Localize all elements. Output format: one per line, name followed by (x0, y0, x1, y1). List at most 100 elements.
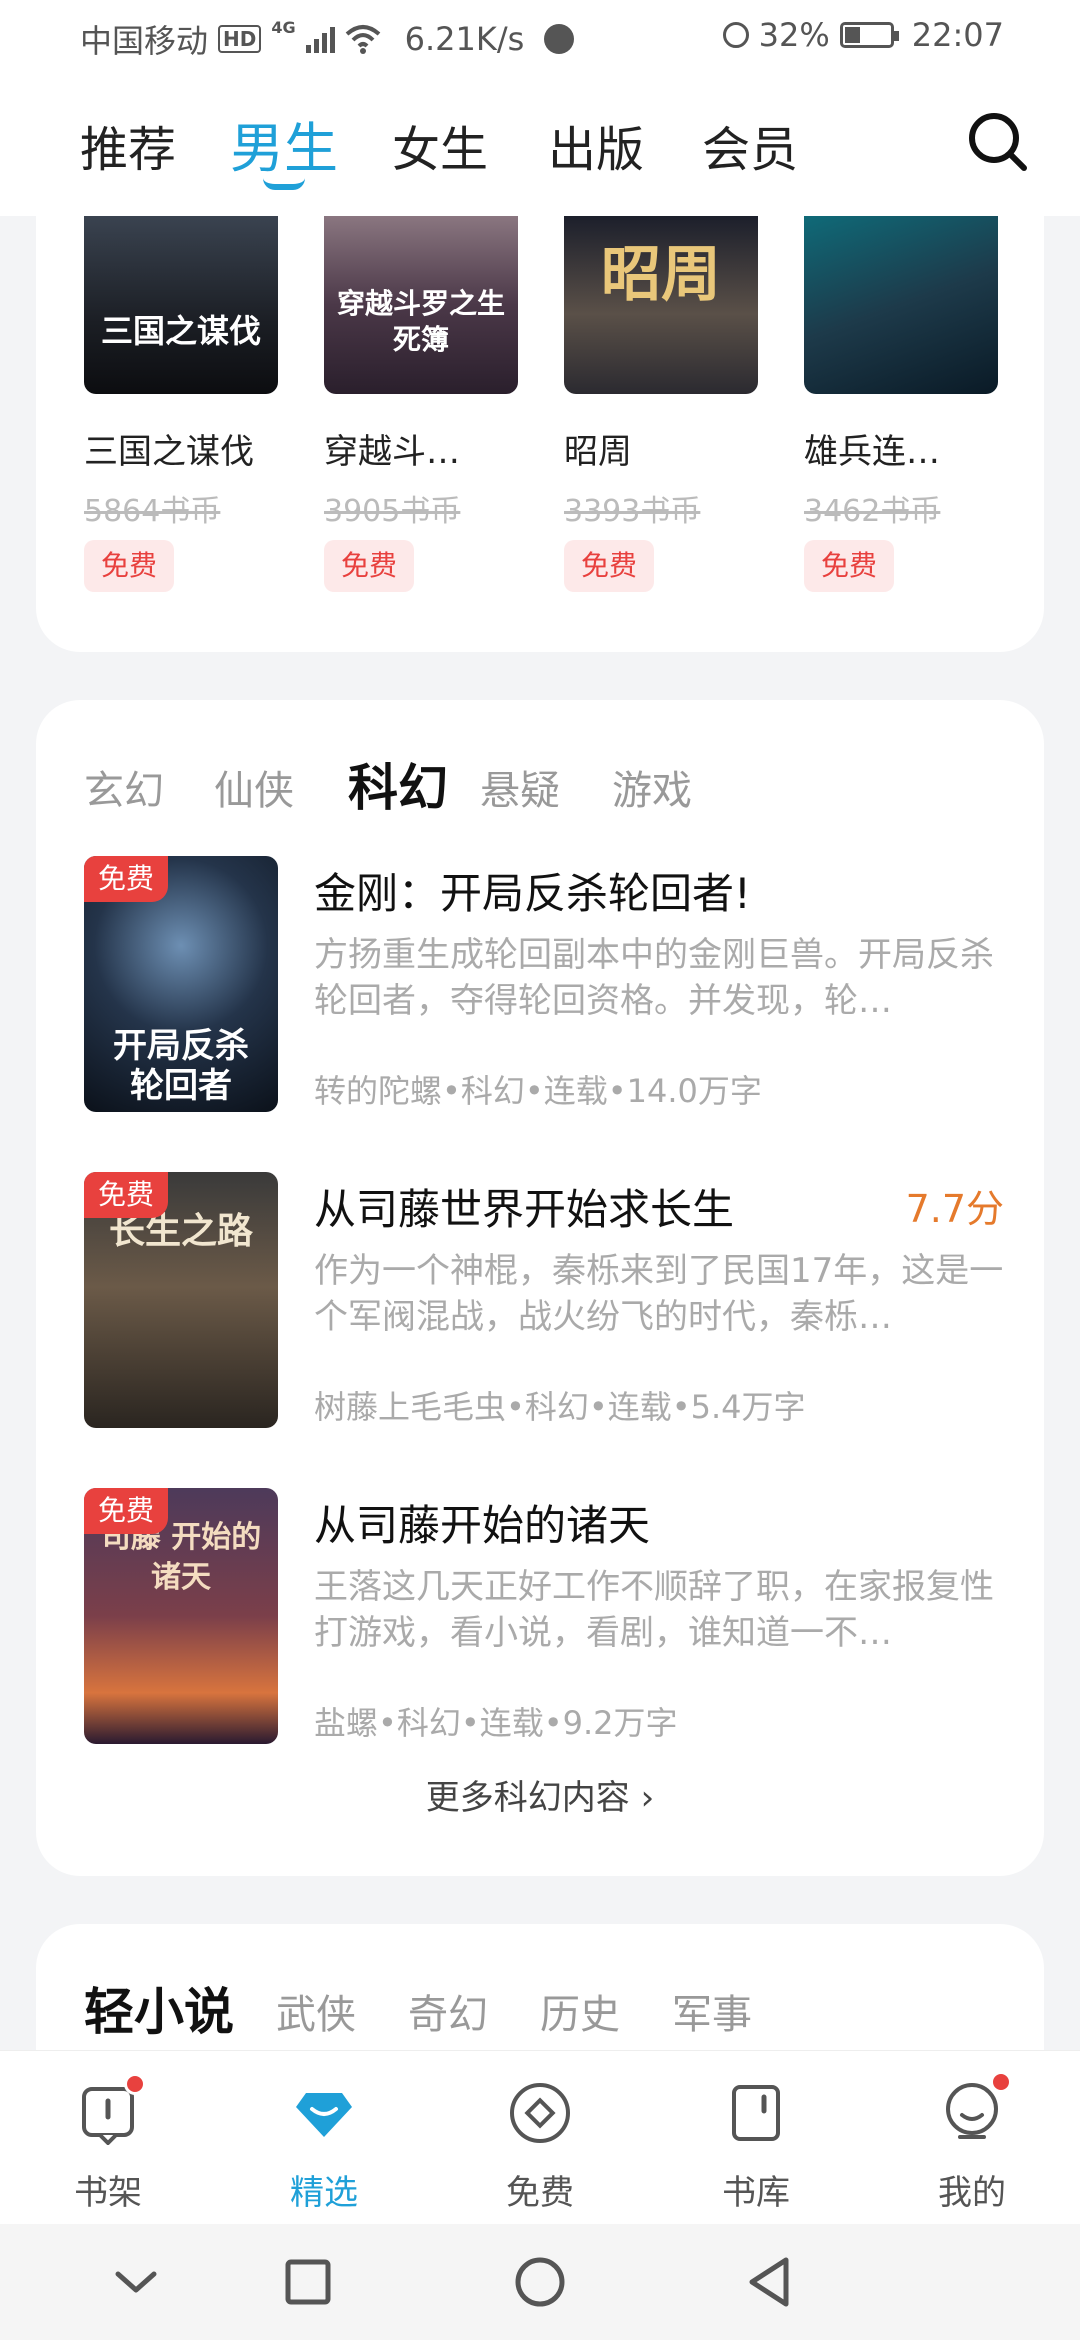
book-title: 穿越斗… (324, 432, 460, 472)
genre-tab-wuxia[interactable]: 武侠 (276, 1982, 356, 2040)
genre-tab-history[interactable]: 历史 (540, 1982, 620, 2040)
hide-keyboard-icon[interactable] (106, 2252, 166, 2312)
book-cover: 穿越斗罗之生死簿 (324, 216, 518, 394)
home-button[interactable] (510, 2252, 570, 2312)
book-meta: 树藤上毛毛虫•科幻•连载•5.4万字 (314, 1388, 806, 1426)
alarm-icon (722, 22, 749, 48)
book-price: 5864书币 (84, 494, 221, 529)
tab-label: 会员 (702, 122, 799, 178)
nav-label: 书库 (722, 2173, 790, 2213)
light-novel-tabs: 轻小说 武侠 奇幻 历史 军事 (84, 1972, 1004, 2042)
free-badge: 免费 (84, 1488, 168, 1534)
clock: 22:07 (911, 16, 1004, 54)
wifi-icon (345, 25, 380, 54)
cover-title: 三国之谋伐 (100, 312, 261, 350)
tab-male[interactable]: 男生 (230, 104, 338, 190)
book-meta: 转的陀螺•科幻•连载•14.0万字 (314, 1072, 762, 1110)
book-card[interactable]: 昭周 昭周 3393书币 免费 (564, 216, 758, 592)
status-bar: 中国移动 HD 4G 6.21K/s 32% 22:07 (0, 0, 1080, 72)
profile-icon (940, 2071, 1012, 2145)
nav-featured[interactable]: 精选 (264, 2081, 384, 2214)
book-description: 王落这几天正好工作不顺辞了职，在家报复性打游戏，看小说，看剧，谁知道一不… (314, 1567, 994, 1653)
top-nav: 推荐 男生 女生 出版 会员 (0, 72, 1080, 216)
free-badge: 免费 (84, 1172, 168, 1218)
tab-recommend[interactable]: 推荐 (80, 110, 176, 180)
book-card[interactable]: 雄兵连… 3462书币 免费 (804, 216, 998, 592)
tab-label: 女生 (392, 122, 489, 178)
cover-title: 穿越斗罗之生死簿 (336, 287, 505, 356)
book-title: 从司藤世界开始求长生 (314, 1185, 735, 1234)
free-books-card: 三国之谋伐 三国之谋伐 5864书币 免费 穿越斗罗之生死簿 穿越斗… 3905… (36, 216, 1044, 652)
book-title: 三国之谋伐 (84, 432, 254, 472)
nav-label: 书架 (74, 2173, 142, 2213)
status-right: 32% 22:07 (722, 16, 1004, 54)
book-price: 3462书币 (804, 494, 941, 529)
book-title: 金刚：开局反杀轮回者! (314, 869, 751, 918)
tab-female[interactable]: 女生 (392, 110, 488, 180)
network-type: 4G (271, 18, 296, 37)
book-description: 方扬重生成轮回副本中的金刚巨兽。开局反杀轮回者，夺得轮回资格。并发现，轮… (314, 935, 994, 1021)
book-card[interactable]: 穿越斗罗之生死簿 穿越斗… 3905书币 免费 (324, 216, 518, 592)
free-badge: 免费 (84, 540, 174, 592)
notification-dot (124, 2073, 146, 2095)
free-icon (508, 2081, 572, 2145)
book-cover (804, 216, 998, 394)
genre-tab-game[interactable]: 游戏 (612, 758, 692, 816)
book-title: 从司藤开始的诸天 (314, 1501, 651, 1550)
nav-label: 我的 (938, 2173, 1006, 2213)
genre-card: 玄幻 仙侠 科幻 悬疑 游戏 开局反杀轮回者 免费 金刚：开局反杀轮回者! 方扬… (36, 700, 1044, 1876)
notification-dot (990, 2071, 1012, 2093)
system-nav (0, 2224, 1080, 2340)
free-badge: 免费 (84, 856, 168, 902)
cover-title: 昭周 (601, 240, 721, 310)
search-icon[interactable] (966, 110, 1028, 172)
free-badge: 免费 (324, 540, 414, 592)
genre-tab-scifi[interactable]: 科幻 (348, 748, 448, 820)
tab-label: 推荐 (80, 122, 177, 178)
genre-tab-light-novel[interactable]: 轻小说 (84, 1972, 234, 2044)
nav-profile[interactable]: 我的 (912, 2071, 1032, 2214)
tab-label: 出版 (548, 122, 645, 178)
recents-button[interactable] (278, 2252, 338, 2312)
battery-fill (844, 27, 860, 43)
genre-tab-fantasy[interactable]: 奇幻 (408, 1982, 488, 2040)
carrier-label: 中国移动 (80, 22, 209, 60)
nav-label: 免费 (506, 2173, 574, 2213)
nav-library[interactable]: 书库 (696, 2081, 816, 2214)
book-card[interactable]: 三国之谋伐 三国之谋伐 5864书币 免费 (84, 216, 278, 592)
genre-tabs: 玄幻 仙侠 科幻 悬疑 游戏 (84, 748, 1004, 818)
book-meta: 盐螺•科幻•连载•9.2万字 (314, 1704, 678, 1742)
list-item[interactable]: 司藤 开始的诸天 免费 从司藤开始的诸天 王落这几天正好工作不顺辞了职，在家报复… (84, 1488, 1004, 1744)
free-badge: 免费 (564, 540, 654, 592)
back-button[interactable] (740, 2252, 800, 2312)
bottom-nav: 书架 精选 免费 书库 我的 (0, 2050, 1080, 2224)
book-description: 作为一个神棍，秦栎来到了民国17年，这是一个军阀混战，战火纷飞的时代，秦栎… (314, 1251, 1004, 1337)
tab-publish[interactable]: 出版 (548, 110, 644, 180)
list-item[interactable]: 开局反杀轮回者 免费 金刚：开局反杀轮回者! 方扬重生成轮回副本中的金刚巨兽。开… (84, 856, 1004, 1112)
free-badge: 免费 (804, 540, 894, 592)
nav-bookshelf[interactable]: 书架 (48, 2073, 168, 2214)
diamond-icon (292, 2081, 356, 2145)
hd-icon: HD (218, 25, 262, 53)
cover-title: 开局反杀轮回者 (113, 1026, 249, 1106)
tab-vip[interactable]: 会员 (702, 110, 798, 180)
status-left: 中国移动 HD 4G 6.21K/s (80, 16, 575, 62)
genre-tab-xianxia[interactable]: 仙侠 (214, 758, 294, 816)
battery-percent: 32% (758, 16, 830, 54)
genre-tab-military[interactable]: 军事 (672, 1982, 752, 2040)
signal-icon (305, 25, 335, 53)
book-title: 雄兵连… (804, 432, 940, 472)
nav-free[interactable]: 免费 (480, 2081, 600, 2214)
book-price: 3393书币 (564, 494, 701, 529)
genre-tab-mystery[interactable]: 悬疑 (480, 758, 560, 816)
book-cover: 三国之谋伐 (84, 216, 278, 394)
genre-tab-xuanhuan[interactable]: 玄幻 (84, 758, 164, 816)
list-item[interactable]: 长生之路 免费 从司藤世界开始求长生 7.7分 作为一个神棍，秦栎来到了民国17… (84, 1172, 1004, 1428)
more-scifi-link[interactable]: 更多科幻内容 › (36, 1770, 1044, 1819)
book-price: 3905书币 (324, 494, 461, 529)
nav-label: 精选 (290, 2173, 358, 2213)
book-cover: 昭周 (564, 216, 758, 394)
book-score: 7.7分 (905, 1187, 1004, 1231)
tab-label: 男生 (230, 117, 338, 180)
battery-icon (839, 22, 899, 48)
